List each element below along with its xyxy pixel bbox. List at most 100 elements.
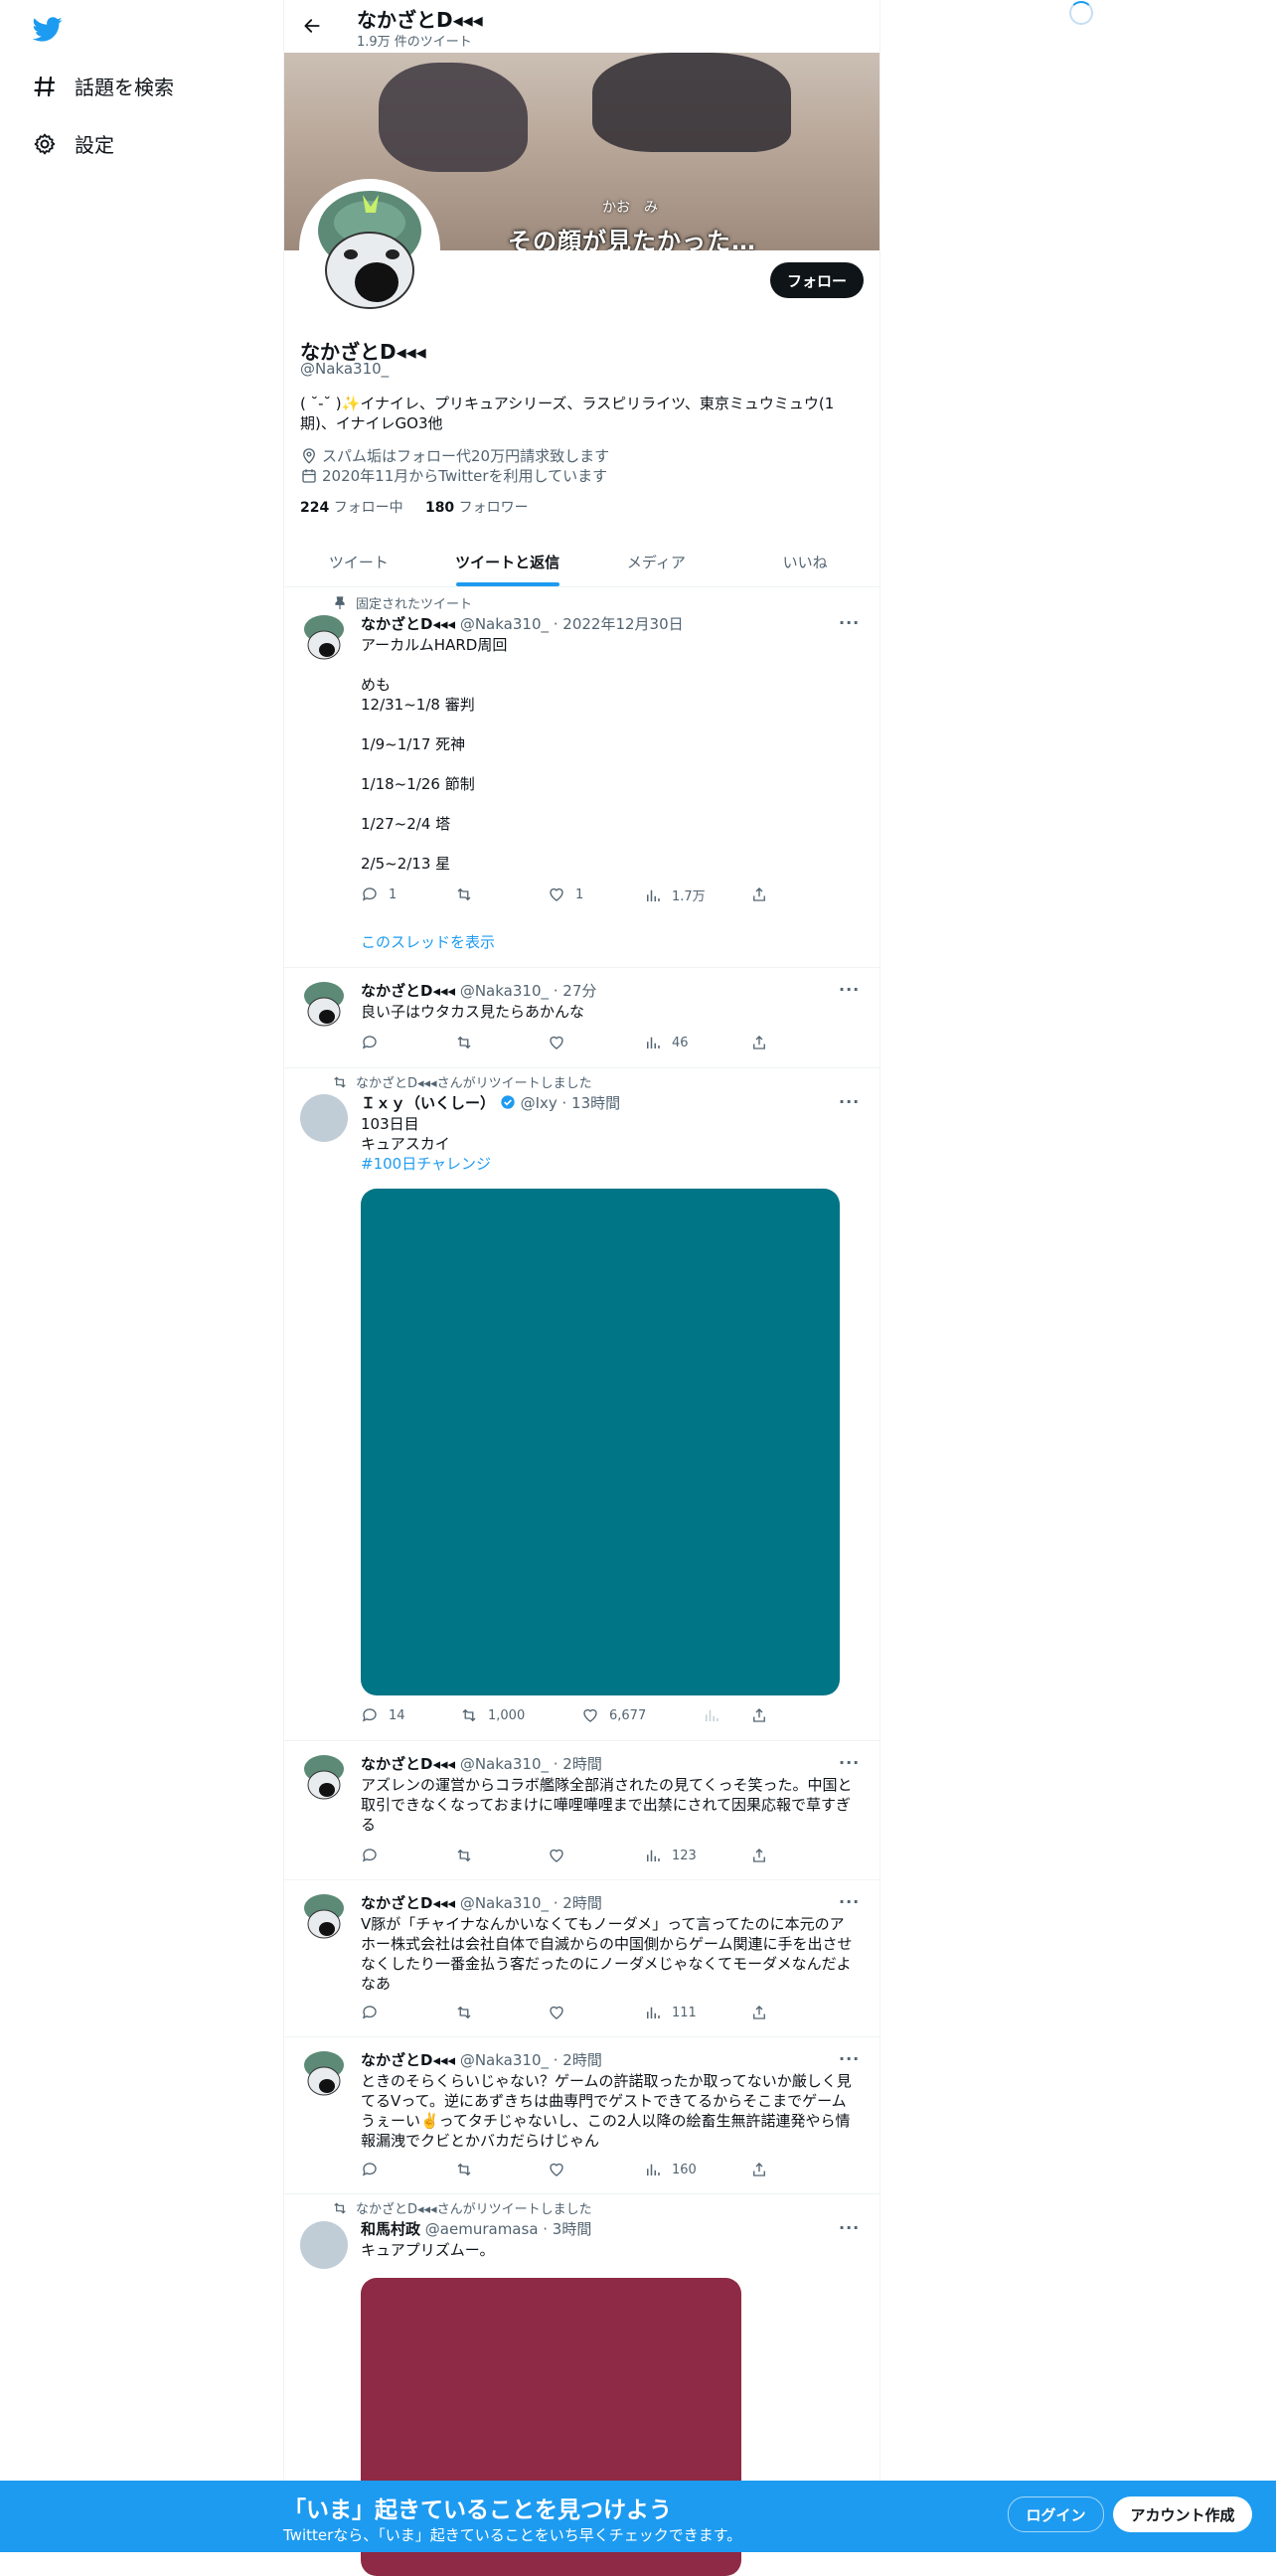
tweet-author-name[interactable]: なかざとD◂◂◂ [361,1894,455,1912]
like-button[interactable]: 6,677 [581,1706,646,1724]
tweet-avatar[interactable] [300,2049,348,2097]
reply-button[interactable] [361,2004,389,2021]
view-count: 46 [672,1035,689,1050]
tweet-more-button[interactable]: ··· [839,1092,860,1111]
followers-label: フォロワー [458,500,529,516]
profile-joined: 2020年11月からTwitterを利用しています [300,465,607,486]
share-button[interactable] [750,1706,768,1724]
like-button[interactable] [548,1847,575,1864]
tweet-pinned[interactable]: 固定されたツイート なかざとD◂◂◂ @Naka310_ · 2022年12月3… [284,587,879,968]
tweet-avatar[interactable] [300,1892,348,1940]
share-button[interactable] [750,886,768,903]
tweet-more-button[interactable]: ··· [839,2218,860,2237]
tweet-avatar[interactable] [300,2221,348,2269]
tweet-avatar[interactable] [300,1094,348,1142]
tweet-media-image[interactable] [361,1189,840,1695]
tweet-author-name[interactable]: 和馬村政 [361,2220,420,2238]
tweet-retweeted[interactable]: なかざとD◂◂◂さんがリツイートしました Ｉｘｙ（いくしー） @Ixy · 13… [284,1068,879,1741]
view-count: 1.7万 [672,889,706,904]
retweet-button[interactable] [455,1034,483,1051]
nav-settings[interactable]: 設定 [33,129,114,158]
tab-tweets-and-replies[interactable]: ツイートと返信 [433,537,582,586]
login-button[interactable]: ログイン [1008,2496,1104,2532]
tweet-author-name[interactable]: なかざとD◂◂◂ [361,2051,455,2069]
tweet-meta[interactable]: @Naka310_ · 27分 [460,982,597,1000]
tweet-more-button[interactable]: ··· [839,613,860,632]
reply-button[interactable]: 14 [361,1706,405,1724]
signup-button[interactable]: アカウント作成 [1113,2496,1252,2532]
tweet-author-name[interactable]: なかざとD◂◂◂ [361,982,455,1000]
retweet-icon [462,1708,476,1722]
share-button[interactable] [750,2161,768,2178]
views-button[interactable]: 160 [644,2161,697,2178]
like-button[interactable] [548,1034,575,1051]
tweet-actions: 14 1,000 6,677 [361,1706,778,1726]
verified-badge-icon [501,1095,515,1109]
hashtag-link[interactable]: #100日チャレンジ [361,1155,491,1173]
share-button[interactable] [750,1034,768,1051]
retweet-button[interactable]: 1,000 [460,1706,525,1724]
retweet-button[interactable] [455,886,483,903]
back-button[interactable] [298,12,326,40]
reply-button[interactable] [361,1847,389,1864]
tweet-header: なかざとD◂◂◂ @Naka310_ · 2022年12月30日 [361,613,684,634]
profile-joined-text: 2020年11月からTwitterを利用しています [322,467,608,485]
tweet-more-button[interactable]: ··· [839,1892,860,1911]
profile-avatar[interactable] [299,179,440,320]
share-button[interactable] [750,2004,768,2021]
reply-button[interactable] [361,2161,389,2178]
retweet-button[interactable] [455,2004,483,2021]
tweet-more-button[interactable]: ··· [839,980,860,999]
tweet-meta[interactable]: @Ixy · 13時間 [521,1094,621,1112]
tweet-text: 良い子はウタカス見たらあかんな [361,1003,585,1021]
tweet-actions: 111 [361,2004,778,2023]
twitter-logo-icon[interactable] [33,14,63,44]
show-thread-link[interactable]: このスレッドを表示 [361,931,495,952]
tab-media[interactable]: メディア [582,537,731,586]
retweet-button[interactable] [455,2161,483,2178]
tweet-avatar[interactable] [300,980,348,1028]
like-button[interactable]: 1 [548,886,583,903]
reply-button[interactable] [361,1034,389,1051]
tweet[interactable]: なかざとD◂◂◂ @Naka310_ · 27分 ··· 良い子はウタカス見たら… [284,968,879,1068]
tweet-author-name[interactable]: なかざとD◂◂◂ [361,615,455,633]
tweet-more-button[interactable]: ··· [839,1753,860,1772]
tweet-actions: 46 [361,1034,778,1053]
retweet-button[interactable] [455,1847,483,1864]
tweet-meta[interactable]: @aemuramasa · 3時間 [425,2220,592,2238]
like-button[interactable] [548,2004,575,2021]
tweet-author-name[interactable]: なかざとD◂◂◂ [361,1755,455,1773]
tab-likes[interactable]: いいね [730,537,879,586]
heart-icon [550,887,563,901]
views-button[interactable]: 111 [644,2004,697,2021]
tweet-more-button[interactable]: ··· [839,2049,860,2068]
tweet-meta[interactable]: @Naka310_ · 2時間 [460,1894,602,1912]
tweet-author-name[interactable]: Ｉｘｙ（いくしー） [361,1094,495,1112]
header-profile-name: なかざとD◂◂◂ [357,8,483,32]
views-button[interactable] [703,1706,720,1724]
reply-button[interactable]: 1 [361,886,397,903]
tweet[interactable]: なかざとD◂◂◂ @Naka310_ · 2時間 ··· アズレンの運営からコラ… [284,1741,879,1880]
share-button[interactable] [750,1847,768,1864]
tweet[interactable]: なかざとD◂◂◂ @Naka310_ · 2時間 ··· V豚が「チャイナなんか… [284,1880,879,2037]
tweet-avatar[interactable] [300,1753,348,1801]
views-button[interactable]: 1.7万 [644,886,706,904]
follow-button[interactable]: フォロー [770,262,864,298]
nav-settings-label: 設定 [75,133,114,157]
banner-subtitle: その顔が見たかった… [508,228,756,250]
views-button[interactable]: 46 [644,1034,689,1051]
tweet-meta[interactable]: @Naka310_ · 2時間 [460,2051,602,2069]
followers-link[interactable]: 180 フォロワー [425,500,529,516]
views-chart-icon [647,2007,660,2018]
retweet-icon [457,2163,471,2176]
tweet[interactable]: なかざとD◂◂◂ @Naka310_ · 2時間 ··· ときのそらくらいじゃな… [284,2037,879,2194]
views-button[interactable]: 123 [644,1847,697,1864]
tab-tweets[interactable]: ツイート [284,537,433,586]
tweet-meta[interactable]: @Naka310_ · 2時間 [460,1755,602,1773]
following-link[interactable]: 224 フォロー中 [300,500,403,516]
nav-explore[interactable]: 話題を検索 [33,72,174,100]
tweet-avatar[interactable] [300,613,348,661]
like-button[interactable] [548,2161,575,2178]
location-pin-icon [303,447,315,464]
tweet-meta[interactable]: @Naka310_ · 2022年12月30日 [460,615,684,633]
